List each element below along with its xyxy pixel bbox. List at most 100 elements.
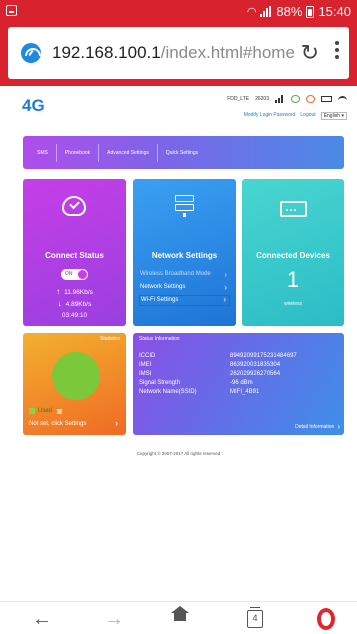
router-battery-icon (321, 96, 332, 102)
info-row-ssid: Network Name(SSID) MIFI_4B91 (139, 389, 339, 398)
browser-bottom-nav: ← → 4 (0, 601, 357, 634)
status-information-title: Status Information (139, 336, 180, 342)
usage-legend: Used (29, 408, 63, 414)
nav-sms[interactable]: SMS (29, 143, 57, 162)
wifi-icon: ◠ (246, 6, 257, 18)
statistics-settings-link[interactable]: Not set, click Settings (29, 421, 86, 427)
router-wifi-icon (338, 95, 347, 103)
url-text[interactable]: 192.168.100.1/index.html#home (52, 43, 295, 63)
info-value: MIFI_4B91 (230, 389, 260, 395)
battery-percent: 88% (276, 4, 303, 19)
info-key: Network Name(SSID) (139, 389, 197, 395)
tab-count: 4 (252, 613, 258, 623)
language-select[interactable]: English ▾ (320, 112, 347, 120)
network-settings-link[interactable]: Network Settings › (139, 282, 230, 293)
browser-toolbar: 192.168.100.1/index.html#home ↻ (0, 22, 357, 86)
statistics-label: Statistics (99, 336, 120, 342)
info-key: Signal Strength (139, 380, 181, 386)
connect-status-title: Connect Status (45, 251, 104, 260)
connect-status-card: Connect Status ON ↑ 11.96Kb/s ↓ 4.89Kb/s 0… (23, 179, 126, 326)
status-right: ◠ 88% 15:40 (247, 4, 351, 19)
used-swatch (29, 408, 35, 414)
brand-logo: 4G (22, 96, 45, 115)
home-icon[interactable] (171, 606, 189, 626)
download-value: 4.89Kb/s (65, 301, 92, 308)
info-row-iccid: ICCID 89492099175231484697 (139, 353, 339, 362)
upload-value: 11.96Kb/s (64, 289, 93, 296)
info-value: 262029926270564 (230, 371, 281, 377)
nav-advanced-settings[interactable]: Advanced Settings (99, 143, 158, 162)
network-type: FDD_LTE (227, 96, 250, 102)
status-information-card: Status Information ICCID 8949209917523148… (133, 333, 344, 435)
notification-icon (6, 5, 17, 16)
nav-quick-settings[interactable]: Quick Settings (158, 144, 206, 162)
chevron-right-icon: › (224, 283, 227, 292)
speed-dial-icon[interactable] (21, 43, 41, 63)
router-header: 4G FDD_LTE 26203 Modify Login Password L… (0, 86, 357, 128)
clock: 15:40 (318, 4, 351, 19)
device-type-label: wireless (283, 301, 303, 307)
device-count: 1 (286, 267, 300, 292)
modify-password-link[interactable]: Modify Login Password (244, 112, 296, 120)
back-arrow-icon[interactable]: ← (32, 609, 52, 629)
battery-icon (306, 5, 315, 18)
chevron-right-icon[interactable]: › (115, 418, 118, 428)
reload-icon[interactable]: ↻ (301, 40, 319, 66)
download-rate: ↓ 4.89Kb/s (23, 299, 126, 308)
upload-arrow-icon: ↑ (56, 287, 61, 296)
connected-devices-title: Connected Devices (256, 251, 330, 260)
connection-duration: 03:49:10 (61, 312, 88, 319)
sms-icon (306, 95, 315, 103)
info-key: ICCID (139, 353, 156, 359)
opera-menu-icon[interactable] (317, 608, 335, 630)
forward-arrow-icon[interactable]: → (104, 609, 124, 629)
info-row-imei: IMEI 863920031835304 (139, 362, 339, 371)
connected-devices-card[interactable]: Connected Devices 1 wireless (242, 179, 344, 326)
wifi-settings-link[interactable]: Wi-Fi Settings › (139, 295, 230, 306)
wireless-broadband-mode-link[interactable]: Wireless Broadband Mode › (139, 269, 230, 280)
operator-code: 26203 (255, 96, 269, 102)
cloud-check-icon (62, 196, 86, 216)
toggle-label: ON (65, 271, 73, 277)
unused-swatch (57, 408, 63, 414)
used-label: Used (38, 408, 53, 414)
chevron-right-icon: › (337, 422, 340, 431)
url-host: 192.168.100.1 (52, 43, 161, 62)
signal-icon (260, 6, 272, 17)
header-links: Modify Login Password Logout English ▾ (244, 112, 347, 120)
info-row-imsi: IMSI 262029926270564 (139, 371, 339, 380)
address-bar[interactable]: 192.168.100.1/index.html#home ↻ (8, 27, 349, 79)
info-row-signal: Signal Strength -96 dBm (139, 380, 339, 389)
tabs-icon[interactable]: 4 (247, 607, 263, 628)
network-settings-card: Network Settings Wireless Broadband Mode… (133, 179, 236, 326)
router-icon (280, 201, 307, 217)
wireless-broadband-mode-label: Wireless Broadband Mode (140, 271, 211, 277)
android-status-bar: ◠ 88% 15:40 (0, 0, 357, 22)
download-arrow-icon: ↓ (57, 299, 62, 308)
data-connection-icon (291, 95, 300, 103)
menu-kebab-icon[interactable] (335, 41, 339, 61)
detail-information-link[interactable]: Detail Information › (295, 422, 340, 431)
statistics-card: Statistics Used Not set, click Settings … (23, 333, 126, 435)
connection-toggle[interactable]: ON (61, 269, 88, 280)
server-icon (175, 195, 194, 221)
header-status-icons: FDD_LTE 26203 (227, 95, 347, 103)
url-path: /index.html#home (160, 43, 295, 62)
upload-rate: ↑ 11.96Kb/s (23, 287, 126, 296)
usage-pie-chart (52, 352, 100, 400)
network-settings-label: Network Settings (140, 284, 186, 290)
chevron-right-icon: › (223, 295, 226, 304)
network-settings-title: Network Settings (151, 251, 218, 260)
wifi-settings-label: Wi-Fi Settings (141, 297, 179, 303)
nav-phonebook[interactable]: Phonebook (57, 143, 100, 162)
logout-link[interactable]: Logout (300, 112, 315, 120)
info-key: IMEI (139, 362, 152, 368)
router-signal-icon (275, 95, 285, 103)
info-value: -96 dBm (230, 380, 253, 386)
info-key: IMSI (139, 371, 152, 377)
chevron-right-icon: › (224, 270, 227, 279)
copyright-text: Copyright © 2007-2017 All rights reserve… (136, 451, 221, 456)
info-value: 89492099175231484697 (230, 353, 297, 359)
info-value: 863920031835304 (230, 362, 281, 368)
detail-information-label: Detail Information (295, 423, 335, 430)
